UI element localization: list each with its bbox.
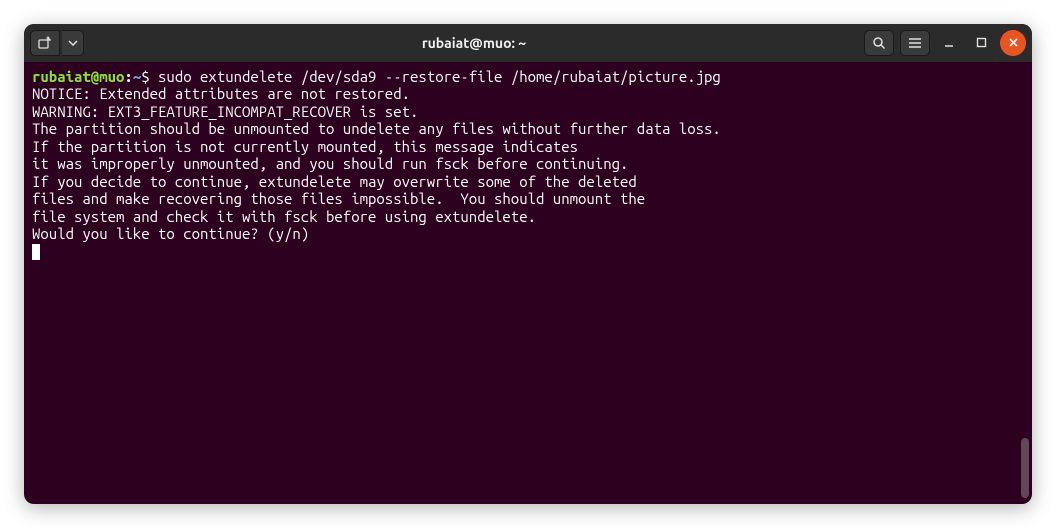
output-line: file system and check it with fsck befor… — [32, 208, 1024, 226]
terminal-body[interactable]: rubaiat@muo:~$ sudo extundelete /dev/sda… — [24, 62, 1032, 504]
chevron-down-icon — [68, 40, 78, 46]
output-line: files and make recovering those files im… — [32, 190, 1024, 208]
command-text: sudo extundelete /dev/sda9 --restore-fil… — [150, 68, 721, 85]
output-line: it was improperly unmounted, and you sho… — [32, 155, 1024, 173]
titlebar-right — [864, 30, 1026, 56]
menu-button[interactable] — [900, 30, 930, 56]
window-title: rubaiat@muo: ~ — [88, 35, 860, 51]
new-tab-button[interactable] — [30, 30, 60, 56]
titlebar-left — [30, 30, 84, 56]
prompt-line: rubaiat@muo:~$ sudo extundelete /dev/sda… — [32, 68, 1024, 86]
output-line: If you decide to continue, extundelete m… — [32, 173, 1024, 191]
close-button[interactable] — [1000, 30, 1026, 56]
new-tab-icon — [38, 36, 52, 50]
scrollbar-track[interactable] — [1021, 66, 1029, 498]
output-line: NOTICE: Extended attributes are not rest… — [32, 85, 1024, 103]
maximize-icon — [976, 37, 987, 48]
hamburger-icon — [908, 37, 922, 49]
scrollbar-thumb[interactable] — [1021, 438, 1029, 498]
minimize-icon — [943, 37, 955, 49]
minimize-button[interactable] — [936, 30, 962, 56]
prompt-path: ~ — [133, 68, 141, 85]
search-button[interactable] — [864, 30, 894, 56]
titlebar: rubaiat@muo: ~ — [24, 24, 1032, 62]
search-icon — [872, 36, 886, 50]
close-icon — [1008, 37, 1019, 48]
terminal-window: rubaiat@muo: ~ — [24, 24, 1032, 504]
output-line: If the partition is not currently mounte… — [32, 138, 1024, 156]
tab-dropdown-button[interactable] — [62, 30, 84, 56]
output-line: The partition should be unmounted to und… — [32, 120, 1024, 138]
prompt-symbol: $ — [141, 68, 149, 85]
maximize-button[interactable] — [968, 30, 994, 56]
prompt-user-host: rubaiat@muo — [32, 68, 124, 85]
output-line: Would you like to continue? (y/n) — [32, 225, 1024, 243]
terminal-cursor — [32, 244, 40, 260]
cursor-line — [32, 243, 1024, 261]
output-line: WARNING: EXT3_FEATURE_INCOMPAT_RECOVER i… — [32, 103, 1024, 121]
prompt-separator: : — [124, 68, 132, 85]
